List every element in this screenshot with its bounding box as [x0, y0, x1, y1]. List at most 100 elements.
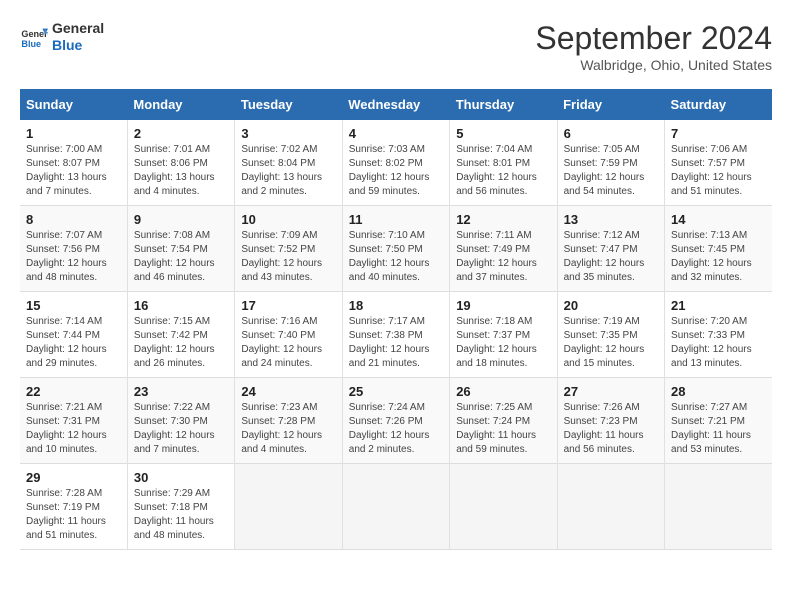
- day-number: 17: [241, 298, 335, 313]
- day-cell: 29 Sunrise: 7:28 AMSunset: 7:19 PMDaylig…: [20, 464, 127, 550]
- col-header-tuesday: Tuesday: [235, 89, 342, 120]
- day-info: Sunrise: 7:10 AMSunset: 7:50 PMDaylight:…: [349, 229, 443, 285]
- day-info: Sunrise: 7:18 AMSunset: 7:37 PMDaylight:…: [456, 315, 550, 371]
- day-info: Sunrise: 7:22 AMSunset: 7:30 PMDaylight:…: [134, 401, 228, 457]
- day-cell: 7 Sunrise: 7:06 AMSunset: 7:57 PMDayligh…: [665, 120, 772, 206]
- day-info: Sunrise: 7:05 AMSunset: 7:59 PMDaylight:…: [564, 143, 658, 199]
- day-number: 9: [134, 212, 228, 227]
- day-cell: 22 Sunrise: 7:21 AMSunset: 7:31 PMDaylig…: [20, 378, 127, 464]
- day-cell: 15 Sunrise: 7:14 AMSunset: 7:44 PMDaylig…: [20, 292, 127, 378]
- day-number: 18: [349, 298, 443, 313]
- day-number: 11: [349, 212, 443, 227]
- day-number: 7: [671, 126, 766, 141]
- header-row: SundayMondayTuesdayWednesdayThursdayFrid…: [20, 89, 772, 120]
- day-cell: 10 Sunrise: 7:09 AMSunset: 7:52 PMDaylig…: [235, 206, 342, 292]
- day-number: 10: [241, 212, 335, 227]
- day-cell: 12 Sunrise: 7:11 AMSunset: 7:49 PMDaylig…: [450, 206, 557, 292]
- title-section: September 2024 Walbridge, Ohio, United S…: [535, 20, 772, 73]
- day-info: Sunrise: 7:03 AMSunset: 8:02 PMDaylight:…: [349, 143, 443, 199]
- day-cell: 6 Sunrise: 7:05 AMSunset: 7:59 PMDayligh…: [557, 120, 664, 206]
- day-cell: 28 Sunrise: 7:27 AMSunset: 7:21 PMDaylig…: [665, 378, 772, 464]
- day-info: Sunrise: 7:06 AMSunset: 7:57 PMDaylight:…: [671, 143, 766, 199]
- day-cell: 9 Sunrise: 7:08 AMSunset: 7:54 PMDayligh…: [127, 206, 234, 292]
- day-number: 27: [564, 384, 658, 399]
- week-row-1: 1 Sunrise: 7:00 AMSunset: 8:07 PMDayligh…: [20, 120, 772, 206]
- day-cell: [665, 464, 772, 550]
- day-info: Sunrise: 7:28 AMSunset: 7:19 PMDaylight:…: [26, 487, 121, 543]
- day-number: 8: [26, 212, 121, 227]
- col-header-saturday: Saturday: [665, 89, 772, 120]
- day-info: Sunrise: 7:00 AMSunset: 8:07 PMDaylight:…: [26, 143, 121, 199]
- col-header-thursday: Thursday: [450, 89, 557, 120]
- day-cell: 8 Sunrise: 7:07 AMSunset: 7:56 PMDayligh…: [20, 206, 127, 292]
- day-cell: 14 Sunrise: 7:13 AMSunset: 7:45 PMDaylig…: [665, 206, 772, 292]
- day-number: 4: [349, 126, 443, 141]
- day-info: Sunrise: 7:11 AMSunset: 7:49 PMDaylight:…: [456, 229, 550, 285]
- day-info: Sunrise: 7:02 AMSunset: 8:04 PMDaylight:…: [241, 143, 335, 199]
- day-info: Sunrise: 7:19 AMSunset: 7:35 PMDaylight:…: [564, 315, 658, 371]
- day-info: Sunrise: 7:16 AMSunset: 7:40 PMDaylight:…: [241, 315, 335, 371]
- day-number: 15: [26, 298, 121, 313]
- day-info: Sunrise: 7:29 AMSunset: 7:18 PMDaylight:…: [134, 487, 228, 543]
- day-info: Sunrise: 7:20 AMSunset: 7:33 PMDaylight:…: [671, 315, 766, 371]
- day-number: 1: [26, 126, 121, 141]
- day-cell: [557, 464, 664, 550]
- day-number: 26: [456, 384, 550, 399]
- day-number: 29: [26, 470, 121, 485]
- week-row-4: 22 Sunrise: 7:21 AMSunset: 7:31 PMDaylig…: [20, 378, 772, 464]
- calendar-subtitle: Walbridge, Ohio, United States: [535, 57, 772, 73]
- day-number: 19: [456, 298, 550, 313]
- day-cell: 30 Sunrise: 7:29 AMSunset: 7:18 PMDaylig…: [127, 464, 234, 550]
- day-cell: 18 Sunrise: 7:17 AMSunset: 7:38 PMDaylig…: [342, 292, 449, 378]
- day-info: Sunrise: 7:12 AMSunset: 7:47 PMDaylight:…: [564, 229, 658, 285]
- day-info: Sunrise: 7:07 AMSunset: 7:56 PMDaylight:…: [26, 229, 121, 285]
- day-number: 20: [564, 298, 658, 313]
- day-info: Sunrise: 7:04 AMSunset: 8:01 PMDaylight:…: [456, 143, 550, 199]
- day-cell: 16 Sunrise: 7:15 AMSunset: 7:42 PMDaylig…: [127, 292, 234, 378]
- day-info: Sunrise: 7:26 AMSunset: 7:23 PMDaylight:…: [564, 401, 658, 457]
- day-cell: [342, 464, 449, 550]
- day-cell: 25 Sunrise: 7:24 AMSunset: 7:26 PMDaylig…: [342, 378, 449, 464]
- calendar-title: September 2024: [535, 20, 772, 57]
- day-info: Sunrise: 7:14 AMSunset: 7:44 PMDaylight:…: [26, 315, 121, 371]
- svg-text:Blue: Blue: [21, 39, 41, 49]
- day-number: 23: [134, 384, 228, 399]
- day-info: Sunrise: 7:23 AMSunset: 7:28 PMDaylight:…: [241, 401, 335, 457]
- col-header-wednesday: Wednesday: [342, 89, 449, 120]
- day-info: Sunrise: 7:09 AMSunset: 7:52 PMDaylight:…: [241, 229, 335, 285]
- day-cell: 17 Sunrise: 7:16 AMSunset: 7:40 PMDaylig…: [235, 292, 342, 378]
- day-info: Sunrise: 7:15 AMSunset: 7:42 PMDaylight:…: [134, 315, 228, 371]
- day-cell: 26 Sunrise: 7:25 AMSunset: 7:24 PMDaylig…: [450, 378, 557, 464]
- logo-general: General: [52, 20, 104, 37]
- day-info: Sunrise: 7:25 AMSunset: 7:24 PMDaylight:…: [456, 401, 550, 457]
- week-row-2: 8 Sunrise: 7:07 AMSunset: 7:56 PMDayligh…: [20, 206, 772, 292]
- col-header-friday: Friday: [557, 89, 664, 120]
- day-cell: 5 Sunrise: 7:04 AMSunset: 8:01 PMDayligh…: [450, 120, 557, 206]
- calendar-table: SundayMondayTuesdayWednesdayThursdayFrid…: [20, 89, 772, 550]
- day-cell: 27 Sunrise: 7:26 AMSunset: 7:23 PMDaylig…: [557, 378, 664, 464]
- day-cell: 3 Sunrise: 7:02 AMSunset: 8:04 PMDayligh…: [235, 120, 342, 206]
- day-cell: [235, 464, 342, 550]
- day-cell: 11 Sunrise: 7:10 AMSunset: 7:50 PMDaylig…: [342, 206, 449, 292]
- day-number: 22: [26, 384, 121, 399]
- logo-icon: General Blue: [20, 23, 48, 51]
- week-row-5: 29 Sunrise: 7:28 AMSunset: 7:19 PMDaylig…: [20, 464, 772, 550]
- logo-blue: Blue: [52, 37, 104, 54]
- day-info: Sunrise: 7:13 AMSunset: 7:45 PMDaylight:…: [671, 229, 766, 285]
- col-header-monday: Monday: [127, 89, 234, 120]
- week-row-3: 15 Sunrise: 7:14 AMSunset: 7:44 PMDaylig…: [20, 292, 772, 378]
- day-cell: 23 Sunrise: 7:22 AMSunset: 7:30 PMDaylig…: [127, 378, 234, 464]
- day-number: 3: [241, 126, 335, 141]
- day-info: Sunrise: 7:08 AMSunset: 7:54 PMDaylight:…: [134, 229, 228, 285]
- day-number: 5: [456, 126, 550, 141]
- logo: General Blue General Blue: [20, 20, 104, 54]
- day-cell: 19 Sunrise: 7:18 AMSunset: 7:37 PMDaylig…: [450, 292, 557, 378]
- day-number: 12: [456, 212, 550, 227]
- day-number: 21: [671, 298, 766, 313]
- day-cell: 21 Sunrise: 7:20 AMSunset: 7:33 PMDaylig…: [665, 292, 772, 378]
- day-cell: 1 Sunrise: 7:00 AMSunset: 8:07 PMDayligh…: [20, 120, 127, 206]
- day-cell: 2 Sunrise: 7:01 AMSunset: 8:06 PMDayligh…: [127, 120, 234, 206]
- day-number: 30: [134, 470, 228, 485]
- day-info: Sunrise: 7:17 AMSunset: 7:38 PMDaylight:…: [349, 315, 443, 371]
- day-number: 24: [241, 384, 335, 399]
